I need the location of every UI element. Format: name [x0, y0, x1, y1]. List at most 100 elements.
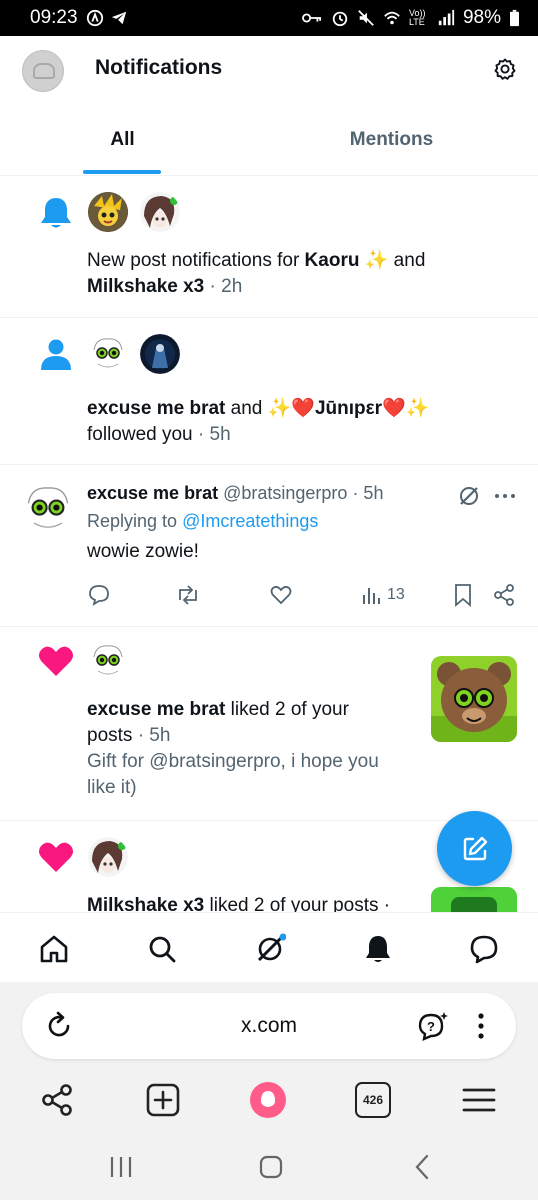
timestamp: · 2h [204, 276, 243, 297]
bell-icon [41, 198, 71, 228]
more-menu-icon[interactable] [477, 1012, 485, 1040]
green-artwork-image [431, 887, 517, 912]
avatar-brat-image [88, 641, 128, 681]
reply-icon [89, 585, 109, 606]
avatar-brat-image [20, 481, 76, 537]
status-bar: 09:23 Vo)) LTE 98% [0, 0, 538, 36]
views-button[interactable]: 13 [361, 583, 405, 607]
notification-item[interactable]: New post notifications for Kaoru ✨ and M… [0, 176, 538, 318]
user-name[interactable]: excuse me brat [87, 398, 225, 419]
avatar-milkshake[interactable] [88, 837, 128, 877]
recent-apps-icon[interactable] [106, 1152, 136, 1182]
active-tab-indicator [83, 170, 161, 174]
search-icon[interactable] [146, 933, 178, 965]
messages-icon[interactable] [468, 933, 500, 965]
notification-item[interactable]: excuse me brat liked 2 of your posts · 5… [0, 627, 538, 821]
like-button[interactable] [269, 583, 293, 607]
hamburger-menu-icon[interactable] [461, 1082, 497, 1118]
share-icon[interactable] [39, 1082, 75, 1118]
user-name[interactable]: Milkshake x3 [87, 276, 204, 297]
avatar-kaoru[interactable] [88, 192, 128, 232]
more-options-icon[interactable] [494, 489, 516, 503]
heart-outline-icon [270, 585, 292, 605]
notification-tabs: All Mentions [0, 104, 538, 176]
timestamp: · 5h [132, 725, 171, 746]
timestamp: · 5h [347, 483, 384, 503]
post-snippet: like it) [87, 777, 137, 798]
hotspot-icon [86, 9, 103, 27]
bear-artwork-image [431, 656, 517, 742]
replying-to-link[interactable]: @Imcreatethings [182, 511, 318, 531]
signal-icon [438, 9, 455, 26]
notification-text: excuse me brat liked 2 of your posts · 5… [87, 699, 379, 798]
assistant-help-icon[interactable]: ? [416, 1010, 450, 1042]
repost-button[interactable] [175, 583, 201, 607]
settings-gear-icon[interactable] [493, 57, 517, 81]
profile-avatar[interactable] [22, 50, 64, 92]
user-name[interactable]: ✨❤️Jūnıpεr❤️✨ [268, 398, 430, 419]
tweet-actions: 13 [87, 583, 527, 607]
compose-button[interactable] [437, 811, 512, 886]
tweet-body: wowie zowie! [87, 541, 199, 562]
avatar-milkshake[interactable] [140, 192, 180, 232]
bookmark-button[interactable] [453, 583, 473, 607]
back-icon[interactable] [408, 1152, 438, 1182]
grok-icon[interactable] [457, 484, 481, 508]
address-bar[interactable]: x.com ? [22, 993, 516, 1059]
grok-nav-icon[interactable] [254, 933, 286, 965]
avatar-juniper[interactable] [140, 334, 180, 374]
alarm-icon [332, 11, 348, 27]
notification-feed[interactable]: New post notifications for Kaoru ✨ and M… [0, 176, 538, 912]
share-button[interactable] [492, 583, 516, 607]
avatar-juniper-image [140, 334, 180, 374]
notification-text: excuse me brat and ✨❤️Jūnıpεr❤️✨ followe… [87, 398, 430, 445]
page-title: Notifications [95, 56, 223, 79]
share-icon [494, 584, 514, 606]
liked-post-thumbnail[interactable] [431, 656, 517, 742]
views-count: 13 [387, 586, 405, 603]
avatar-kaoru-image [88, 192, 128, 232]
bottom-navigation [0, 912, 538, 982]
tabs-count-button[interactable]: 426 [355, 1082, 391, 1118]
user-name[interactable]: excuse me brat [87, 699, 225, 720]
tab-mentions[interactable]: Mentions [245, 104, 538, 176]
views-chart-icon [363, 588, 380, 604]
mute-icon [358, 10, 374, 26]
reply-button[interactable] [87, 583, 111, 607]
notification-item[interactable]: excuse me brat and ✨❤️Jūnıpεr❤️✨ followe… [0, 318, 538, 465]
tweet-author-name[interactable]: excuse me brat [87, 483, 218, 503]
status-time: 09:23 [30, 7, 78, 28]
svg-text:?: ? [427, 1019, 435, 1034]
avatar-milkshake-image [88, 837, 128, 877]
browser-assistant-icon[interactable] [250, 1082, 286, 1118]
network-label: Vo)) LTE [408, 8, 426, 27]
tweet-item[interactable]: excuse me brat @bratsingerpro · 5h Reply… [0, 465, 538, 627]
post-snippet: Gift for @bratsingerpro, i hope you [87, 751, 379, 772]
notification-text: Milkshake x3 liked 2 of your posts · [87, 893, 417, 912]
timestamp: · 5h [192, 424, 231, 445]
key-icon [302, 13, 321, 23]
battery-icon [510, 9, 519, 27]
liked-post-thumbnail[interactable] [431, 887, 517, 912]
notifications-bell-icon[interactable] [362, 933, 394, 965]
avatar-excuse-me-brat[interactable] [88, 641, 128, 681]
heart-filled-icon [39, 842, 73, 872]
new-tab-icon[interactable] [145, 1082, 181, 1118]
bookmark-icon [455, 584, 471, 607]
replying-to: Replying to @Imcreatethings [87, 511, 319, 531]
user-name[interactable]: Milkshake x3 [87, 895, 204, 912]
notification-text: New post notifications for Kaoru ✨ and M… [87, 250, 426, 297]
avatar-milkshake-image [140, 192, 180, 232]
home-system-icon[interactable] [256, 1152, 286, 1182]
tweet-header: excuse me brat @bratsingerpro · 5h [87, 483, 383, 504]
tab-all[interactable]: All [0, 104, 245, 176]
avatar-brat-image [88, 334, 128, 374]
tweet-author-handle[interactable]: @bratsingerpro [223, 483, 347, 503]
home-icon[interactable] [38, 933, 70, 965]
user-name[interactable]: Kaoru [305, 250, 360, 271]
person-icon [41, 339, 71, 370]
avatar-excuse-me-brat[interactable] [88, 334, 128, 374]
tweet-author-avatar[interactable] [20, 481, 76, 537]
heart-filled-icon [39, 646, 73, 676]
repost-icon [179, 585, 197, 605]
